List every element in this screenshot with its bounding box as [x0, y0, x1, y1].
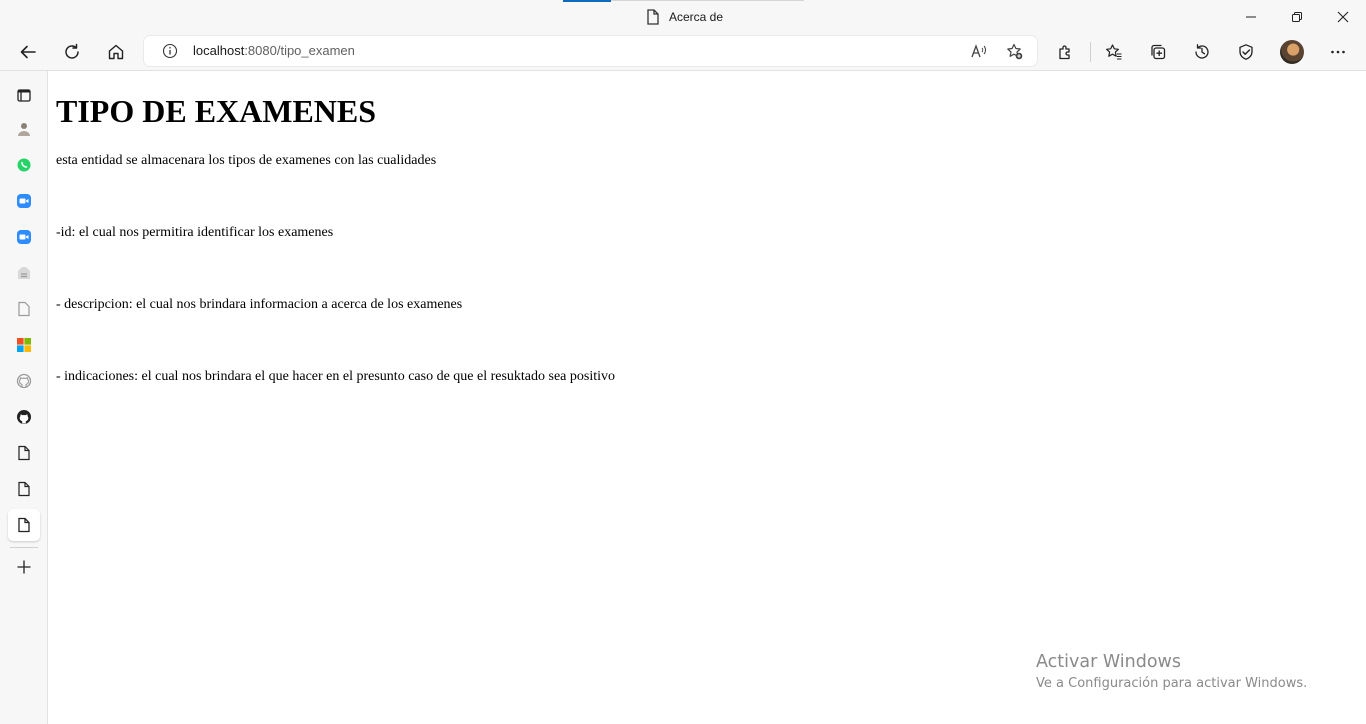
close-icon: [1337, 11, 1349, 22]
collections-button[interactable]: [1142, 36, 1174, 68]
person-icon: [18, 123, 30, 136]
page-icon: [18, 481, 30, 497]
sidebar-item-zoom[interactable]: [8, 185, 40, 217]
title-bar: Acerca de: [0, 0, 1366, 33]
profile-avatar[interactable]: [1280, 40, 1304, 64]
site-icon: [18, 267, 30, 279]
add-favorite-icon: [1006, 43, 1022, 59]
favorites-icon: [1106, 44, 1122, 60]
back-arrow-icon: [20, 45, 36, 59]
page-icon: [18, 301, 30, 317]
more-icon: [1331, 50, 1345, 54]
sidebar-item-page-active[interactable]: [8, 509, 40, 541]
extensions-button[interactable]: [1049, 36, 1081, 68]
zoom-icon: [17, 194, 31, 208]
favorites-button[interactable]: [1098, 36, 1130, 68]
sidebar-item-profile-page[interactable]: [8, 113, 40, 145]
page-icon: [18, 445, 30, 461]
sidebar-item-zoom-2[interactable]: [8, 221, 40, 253]
paragraph-id: -id: el cual nos permitira identificar l…: [56, 225, 334, 240]
paragraph-intro: esta entidad se almacenara los tipos de …: [56, 153, 437, 168]
sidebar-item-github-2[interactable]: [8, 401, 40, 433]
minimize-button[interactable]: [1228, 0, 1274, 33]
github-icon: [16, 373, 32, 389]
history-icon: [1195, 44, 1209, 59]
page-heading: TIPO DE EXAMENES: [56, 93, 377, 129]
refresh-icon: [65, 43, 79, 59]
microsoft-icon: [17, 338, 31, 352]
sidebar: [0, 71, 48, 724]
paragraph-indicaciones: - indicaciones: el cual nos brindara el …: [56, 369, 616, 384]
add-favorite-button[interactable]: [1004, 41, 1024, 61]
page-content: TIPO DE EXAMENES esta entidad se almacen…: [48, 71, 1366, 724]
sidebar-item-github[interactable]: [8, 365, 40, 397]
toolbar-separator: [1090, 42, 1091, 62]
tab-strip-line: [611, 0, 804, 1]
sidebar-item-microsoft[interactable]: [8, 329, 40, 361]
page-icon: [18, 517, 30, 533]
tab-title: Acerca de: [669, 10, 724, 24]
address-bar[interactable]: localhost:8080/tipo_examen: [144, 36, 1037, 66]
home-icon: [108, 44, 124, 60]
watermark-subtitle: Ve a Configuración para activar Windows.: [1036, 676, 1308, 691]
url-text[interactable]: localhost:8080/tipo_examen: [193, 43, 355, 58]
plus-icon: [17, 560, 31, 574]
activation-watermark: Activar Windows Ve a Configuración para …: [1036, 652, 1307, 691]
read-aloud-icon: [970, 43, 986, 57]
back-button[interactable]: [12, 36, 44, 68]
restore-icon: [1292, 11, 1302, 22]
active-tab[interactable]: Acerca de: [646, 8, 723, 26]
watermark-title: Activar Windows: [1036, 652, 1181, 672]
sidebar-divider: [10, 547, 38, 548]
sidebar-item-page-3[interactable]: [8, 473, 40, 505]
active-tab-indicator: [563, 0, 611, 2]
browser-essentials-icon: [1239, 44, 1253, 60]
info-icon[interactable]: [162, 43, 178, 59]
home-button[interactable]: [100, 36, 132, 68]
navigation-bar: localhost:8080/tipo_examen: [0, 33, 1366, 71]
sidebar-item-whatsapp[interactable]: [8, 149, 40, 181]
sidebar-item-page-2[interactable]: [8, 437, 40, 469]
extensions-icon: [1059, 45, 1070, 60]
minimize-icon: [1246, 16, 1256, 17]
restore-button[interactable]: [1274, 0, 1320, 33]
collections-icon: [1151, 44, 1166, 60]
sidebar-item-site[interactable]: [8, 257, 40, 289]
history-button[interactable]: [1186, 36, 1218, 68]
close-window-button[interactable]: [1320, 0, 1366, 33]
more-options-button[interactable]: [1322, 36, 1354, 68]
page-icon: [647, 9, 659, 25]
paragraph-descripcion: - descripcion: el cual nos brindara info…: [56, 297, 463, 312]
url-host: localhost: [193, 43, 245, 58]
browser-essentials-button[interactable]: [1230, 36, 1262, 68]
sidebar-tab-actions[interactable]: [8, 79, 40, 111]
sidebar-item-page-1[interactable]: [8, 293, 40, 325]
zoom-icon: [17, 230, 31, 244]
whatsapp-icon: [17, 158, 31, 172]
github-icon: [17, 410, 31, 424]
url-path: :8080/tipo_examen: [244, 43, 355, 58]
sidebar-add-button[interactable]: [8, 551, 40, 583]
tab-actions-icon: [17, 89, 31, 102]
refresh-button[interactable]: [56, 36, 88, 68]
read-aloud-button[interactable]: [968, 41, 988, 61]
